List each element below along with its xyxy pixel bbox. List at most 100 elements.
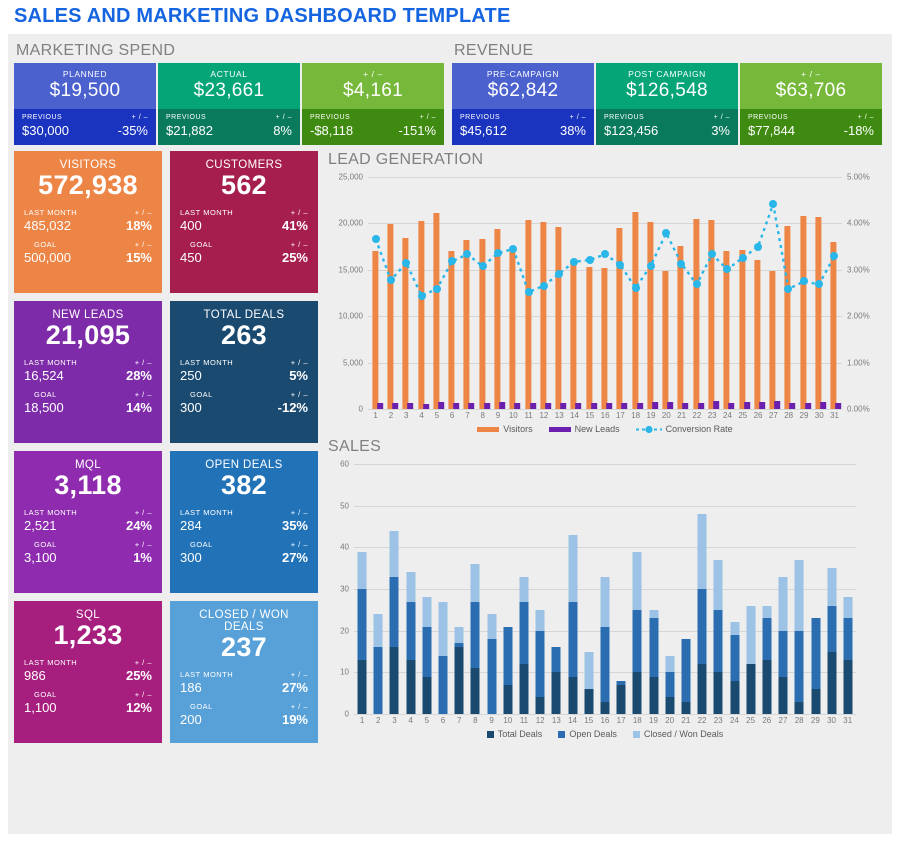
legend-swatch xyxy=(548,426,571,432)
sales-bar-group[interactable] xyxy=(759,464,775,714)
sales-bar-group[interactable] xyxy=(726,464,742,714)
prev-value-pre-campaign: $45,612 xyxy=(460,123,507,138)
summary-col-post-campaign[interactable]: POST CAMPAIGN $126,548 PREVIOUS + / – $1… xyxy=(596,63,738,145)
delta-label-post-campaign: + / – xyxy=(713,114,730,121)
sales-bar-group[interactable] xyxy=(532,464,548,714)
sales-bar-group[interactable] xyxy=(500,464,516,714)
sales-bar-group[interactable] xyxy=(451,464,467,714)
kpi-card-closed-won-deals[interactable]: CLOSED / WON DEALS 237 LAST MONTH + / – 186 2… xyxy=(170,601,318,743)
sales-bar-group[interactable] xyxy=(467,464,483,714)
conversion-rate-markers xyxy=(368,177,842,409)
sales-bar-group[interactable] xyxy=(370,464,386,714)
kpi-card-mql[interactable]: MQL 3,118 LAST MONTH + / –2,521 24% GOAL + / –… xyxy=(14,451,162,593)
kpi-card-sql[interactable]: SQL 1,233 LAST MONTH + / –986 25% GOAL + / –1,… xyxy=(14,601,162,743)
summary-bottom-spend-delta: PREVIOUS + / – -$8,118 -151% xyxy=(302,109,444,145)
legend-item-conversion-rate[interactable]: Conversion Rate xyxy=(635,424,733,434)
y-axis-tick-left: 10 xyxy=(340,667,349,677)
kpi-last-month-label: LAST MONTH xyxy=(180,670,234,679)
sales-bar-group[interactable] xyxy=(629,464,645,714)
summary-value-revenue-delta: $63,706 xyxy=(775,80,847,101)
x-axis-tick: 3 xyxy=(392,716,397,725)
kpi-card-visitors[interactable]: VISITORS 572,938 LAST MONTH + / –485,032 18%… xyxy=(14,151,162,293)
sales-bar-group[interactable] xyxy=(662,464,678,714)
sales-bar-group[interactable] xyxy=(824,464,840,714)
sales-bar-group[interactable] xyxy=(694,464,710,714)
delta-label-revenue-delta: + / – xyxy=(857,114,874,121)
x-axis-tick: 25 xyxy=(746,716,756,725)
summary-col-planned[interactable]: PLANNED $19,500 PREVIOUS + / – $30,000 -… xyxy=(14,63,156,145)
sales-stacked-bar xyxy=(632,551,642,714)
sales-stacked-bar xyxy=(389,530,399,714)
sales-bar-group[interactable] xyxy=(645,464,661,714)
sales-bar-group[interactable] xyxy=(581,464,597,714)
summary-col-spend-delta[interactable]: + / – $4,161 PREVIOUS + / – -$8,118 -151… xyxy=(302,63,444,145)
sales-bar-group[interactable] xyxy=(710,464,726,714)
sales-stacked-bar xyxy=(357,551,367,714)
kpi-value: 3,118 xyxy=(54,470,122,500)
chart-sales: SALES 0 10 20 30 40 50 60 1 2 3 4 5 6 7 8 9 10 11 12 13 14 1… xyxy=(324,438,886,739)
sales-bar-group[interactable] xyxy=(354,464,370,714)
sales-bar-group[interactable] xyxy=(613,464,629,714)
x-axis-tick: 21 xyxy=(677,411,687,420)
sales-bar-group[interactable] xyxy=(403,464,419,714)
x-axis-tick: 18 xyxy=(632,716,642,725)
sales-bar-group[interactable] xyxy=(435,464,451,714)
kpi-card-new-leads[interactable]: NEW LEADS 21,095 LAST MONTH + / –16,524 28% G… xyxy=(14,301,162,443)
summary-col-actual[interactable]: ACTUAL $23,661 PREVIOUS + / – $21,882 8% xyxy=(158,63,300,145)
legend-item-total-deals[interactable]: Total Deals xyxy=(486,729,542,739)
page-title: SALES AND MARKETING DASHBOARD TEMPLATE xyxy=(14,4,511,27)
summary-bottom-revenue-delta: PREVIOUS + / – $77,844 -18% xyxy=(740,109,882,145)
kpi-card-total-deals[interactable]: TOTAL DEALS 263 LAST MONTH + / –250 5% GOAL + … xyxy=(170,301,318,443)
kpi-card-customers[interactable]: CUSTOMERS 562 LAST MONTH + / –400 41% GOAL + /… xyxy=(170,151,318,293)
panel-marketing-spend: MARKETING SPEND PLANNED $19,500 PREVIOUS… xyxy=(14,40,444,145)
x-axis-tick: 20 xyxy=(665,716,675,725)
legend-item-open-deals[interactable]: Open Deals xyxy=(558,729,617,739)
sales-bar-group[interactable] xyxy=(419,464,435,714)
x-axis-tick: 16 xyxy=(600,411,610,420)
summary-col-pre-campaign[interactable]: PRE-CAMPAIGN $62,842 PREVIOUS + / – $45,… xyxy=(452,63,594,145)
legend-item-closed-won-deals[interactable]: Closed / Won Deals xyxy=(632,729,723,739)
kpi-last-month-label: LAST MONTH xyxy=(180,208,234,217)
sales-bar-segment xyxy=(600,626,610,702)
legend-swatch xyxy=(635,425,662,434)
legend-item-visitors[interactable]: Visitors xyxy=(477,424,533,434)
x-axis-tick: 29 xyxy=(799,411,809,420)
sales-bar-group[interactable] xyxy=(386,464,402,714)
marketing-spend-grid: PLANNED $19,500 PREVIOUS + / – $30,000 -… xyxy=(14,63,444,145)
delta-value-post-campaign: 3% xyxy=(711,123,730,138)
summary-col-revenue-delta[interactable]: + / – $63,706 PREVIOUS + / – $77,844 -18… xyxy=(740,63,882,145)
kpi-last-month-block: LAST MONTH + / – 2,521 24% xyxy=(24,508,152,533)
kpi-last-month-delta: 25% xyxy=(125,668,152,683)
sales-bar-segment xyxy=(551,647,561,673)
sales-bar-group[interactable] xyxy=(548,464,564,714)
kpi-last-month-value: 400 xyxy=(180,218,202,233)
sales-bar-segment xyxy=(843,659,853,714)
sales-stacked-bar xyxy=(843,597,853,714)
sales-bar-segment xyxy=(519,576,529,602)
sales-bar-group[interactable] xyxy=(484,464,500,714)
sales-bar-group[interactable] xyxy=(807,464,823,714)
summary-value-actual: $23,661 xyxy=(193,80,265,101)
sales-bar-segment xyxy=(422,597,432,627)
sales-stacked-bar xyxy=(519,576,529,714)
x-axis-tick: 16 xyxy=(600,716,610,725)
kpi-card-open-deals[interactable]: OPEN DEALS 382 LAST MONTH + / –284 35% GOAL + … xyxy=(170,451,318,593)
sales-bar-segment xyxy=(649,676,659,714)
sales-bar-segment xyxy=(616,684,626,714)
x-axis-tick: 4 xyxy=(419,411,424,420)
sales-bar-group[interactable] xyxy=(597,464,613,714)
legend-swatch xyxy=(486,730,494,738)
x-axis-tick: 30 xyxy=(814,411,824,420)
sales-bar-group[interactable] xyxy=(516,464,532,714)
sales-bar-group[interactable] xyxy=(775,464,791,714)
sales-bar-group[interactable] xyxy=(840,464,856,714)
sales-bar-group[interactable] xyxy=(565,464,581,714)
summary-label-post-campaign: POST CAMPAIGN xyxy=(628,69,706,79)
sales-bar-group[interactable] xyxy=(743,464,759,714)
sales-bar-group[interactable] xyxy=(791,464,807,714)
chart-title-lead-generation: LEAD GENERATION xyxy=(328,151,484,168)
legend-label: Conversion Rate xyxy=(665,424,733,434)
legend-item-new-leads[interactable]: New Leads xyxy=(548,424,620,434)
sales-bar-segment xyxy=(535,609,545,631)
sales-bar-group[interactable] xyxy=(678,464,694,714)
